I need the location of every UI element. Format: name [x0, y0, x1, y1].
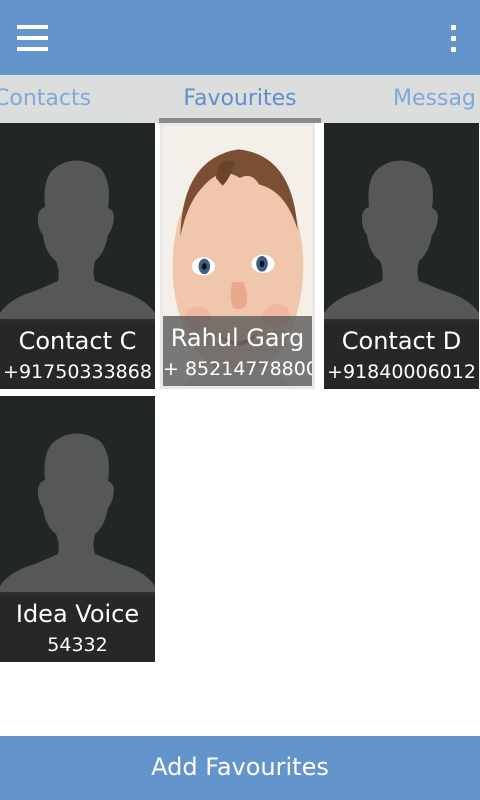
contact-number: +91750333868	[3, 361, 152, 383]
default-avatar-icon	[324, 160, 479, 323]
tile-caption: Contact D +91840006012	[324, 319, 479, 389]
menu-bar-bottom	[17, 47, 48, 51]
favourites-screen: Contacts Favourites Messag Contact C +91…	[0, 0, 480, 800]
overflow-dot-top	[451, 25, 456, 30]
overflow-dot-bottom	[451, 47, 456, 52]
menu-bar-top	[17, 25, 48, 29]
favourite-tile-contact-d[interactable]: Contact D +91840006012	[324, 123, 479, 389]
contact-name: Idea Voice	[15, 600, 140, 628]
favourites-grid: Contact C +91750333868 Rahul Garg + 8521…	[0, 123, 480, 736]
tile-caption: Contact C +91750333868	[0, 319, 155, 389]
contact-name: Contact C	[18, 327, 137, 355]
tab-contacts[interactable]: Contacts	[0, 75, 91, 123]
action-bar	[0, 0, 480, 75]
add-favourites-button[interactable]: Add Favourites	[0, 736, 480, 800]
contact-name: Rahul Garg	[170, 324, 305, 352]
favourite-tile-rahul-garg[interactable]: Rahul Garg + 85214778800	[160, 123, 315, 389]
overflow-menu-icon[interactable]	[438, 16, 468, 60]
contact-name: Contact D	[341, 327, 462, 355]
overflow-dot-middle	[451, 36, 456, 41]
contact-number: + 85214778800	[163, 358, 315, 380]
default-avatar-icon	[0, 433, 155, 596]
menu-bar-middle	[17, 36, 48, 40]
tab-favourites[interactable]: Favourites	[159, 75, 321, 123]
contact-number: +91840006012	[327, 361, 476, 383]
tile-caption: Rahul Garg + 85214778800	[163, 316, 312, 386]
favourite-tile-idea-voice[interactable]: Idea Voice 54332	[0, 396, 155, 662]
tab-strip: Contacts Favourites Messag	[0, 75, 480, 123]
hamburger-menu-icon[interactable]	[10, 16, 54, 60]
default-avatar-icon	[0, 160, 155, 323]
favourite-tile-contact-c[interactable]: Contact C +91750333868	[0, 123, 155, 389]
contact-number: 54332	[47, 634, 108, 656]
tab-messages[interactable]: Messag	[393, 75, 476, 123]
tile-caption: Idea Voice 54332	[0, 592, 155, 662]
